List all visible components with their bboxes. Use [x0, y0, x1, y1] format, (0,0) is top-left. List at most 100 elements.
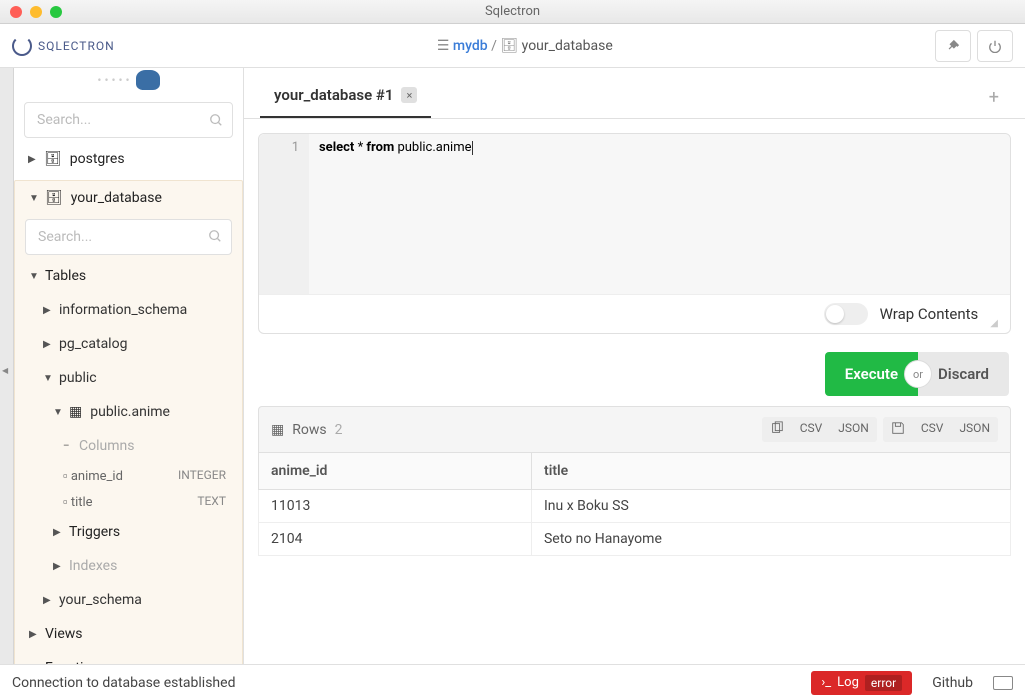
chevron-down-icon: ▼ [29, 271, 37, 282]
column-anime-id: ▫ anime_idINTEGER [15, 463, 242, 489]
copy-icon [770, 421, 784, 435]
copy-button[interactable] [762, 417, 792, 442]
columns-header[interactable]: –Columns [15, 429, 242, 463]
table-public-anime[interactable]: ▼▦public.anime [15, 395, 242, 429]
chevron-right-icon: ▶ [53, 561, 61, 572]
chevron-right-icon: ▶ [53, 527, 61, 538]
logo-icon [12, 36, 32, 56]
section-functions[interactable]: ▶Functions [15, 651, 242, 664]
column-header[interactable]: title [531, 453, 1010, 490]
database-icon: 🗄 [500, 38, 518, 54]
schema-search [25, 219, 232, 255]
query-tabs: your_database #1 × + [244, 68, 1025, 119]
breadcrumb-server[interactable]: mydb [453, 38, 488, 54]
section-tables[interactable]: ▼Tables [15, 259, 242, 293]
column-title: ▫ titleTEXT [15, 489, 242, 515]
triggers-header[interactable]: ▶Triggers [15, 515, 242, 549]
content-area: your_database #1 × + 1 select * from pub… [244, 68, 1025, 664]
connection-header: • • • • • [14, 70, 243, 98]
table-row[interactable]: 11013Inu x Boku SS [259, 490, 1011, 523]
database-icon: 🗄 [44, 151, 62, 167]
status-message: Connection to database established [12, 675, 235, 691]
breadcrumb-database[interactable]: your_database [522, 38, 613, 54]
maximize-window-icon[interactable] [50, 6, 62, 18]
database-item-your-database[interactable]: ▼🗄your_database [15, 181, 242, 215]
indexes-header[interactable]: ▶Indexes [15, 549, 242, 583]
query-actions: Execute or Discard [244, 342, 1025, 406]
database-item-postgres[interactable]: ▶🗄postgres [14, 142, 243, 176]
code-area[interactable]: select * from public.anime [309, 134, 1010, 294]
database-icon: 🗄 [45, 190, 63, 206]
column-header[interactable]: anime_id [259, 453, 532, 490]
save-button[interactable] [883, 417, 913, 442]
schema-pg-catalog[interactable]: ▶pg_catalog [15, 327, 242, 361]
query-editor-panel: 1 select * from public.anime Wrap Conten… [258, 133, 1011, 334]
results-table: anime_id title 11013Inu x Boku SS 2104Se… [258, 452, 1011, 556]
chevron-dash-icon: – [63, 441, 71, 452]
chevron-right-icon: ▶ [29, 629, 37, 640]
brand-text: SQLECTRON [38, 39, 115, 53]
postgres-icon [136, 70, 160, 90]
table-icon: ▦ [69, 404, 82, 420]
chevron-right-icon: ▶ [43, 339, 51, 350]
log-button[interactable]: ›_ Log error [811, 671, 912, 695]
search-icon [209, 112, 223, 131]
terminal-icon: ›_ [821, 675, 831, 690]
github-link[interactable]: Github [932, 675, 973, 691]
chevron-right-icon: ▶ [28, 154, 36, 165]
table-row[interactable]: 2104Seto no Hanayome [259, 523, 1011, 556]
rows-count: 2 [335, 422, 343, 438]
tab-active[interactable]: your_database #1 × [260, 76, 431, 118]
app-logo: SQLECTRON [12, 36, 115, 56]
breadcrumb-sep: / [491, 38, 497, 54]
search-input[interactable] [24, 102, 233, 138]
window-titlebar: Sqlectron [0, 0, 1025, 24]
tab-label: your_database #1 [274, 86, 393, 104]
window-title: Sqlectron [485, 4, 540, 19]
sidebar-collapse-handle[interactable] [0, 68, 14, 664]
minimize-window-icon[interactable] [30, 6, 42, 18]
traffic-lights [10, 6, 62, 18]
power-button[interactable] [977, 30, 1013, 62]
schema-information-schema[interactable]: ▶information_schema [15, 293, 242, 327]
save-json-button[interactable]: JSON [951, 417, 998, 442]
editor-footer: Wrap Contents ◢ [259, 294, 1010, 333]
search-icon [208, 229, 222, 247]
sql-editor[interactable]: 1 select * from public.anime [259, 134, 1010, 294]
schema-search-input[interactable] [25, 219, 232, 255]
or-divider: or [904, 360, 932, 388]
tab-close-icon[interactable]: × [401, 87, 417, 103]
keyboard-icon[interactable] [993, 676, 1013, 690]
sidebar: • • • • • ▶🗄postgres ▼🗄your_database ▼Ta… [14, 68, 244, 664]
chevron-down-icon: ▼ [53, 407, 61, 418]
copy-csv-button[interactable]: CSV [792, 417, 831, 442]
results-header: ▦ Rows 2 CSV JSON CSV JSON [258, 406, 1011, 452]
column-icon: ▫ [63, 495, 68, 510]
close-window-icon[interactable] [10, 6, 22, 18]
rows-label: Rows [292, 422, 326, 438]
wrap-label: Wrap Contents [880, 305, 979, 323]
wrap-toggle[interactable] [824, 303, 868, 325]
copy-json-button[interactable]: JSON [830, 417, 877, 442]
status-bar: Connection to database established ›_ Lo… [0, 664, 1025, 700]
breadcrumb: ☰ mydb / 🗄 your_database [115, 38, 935, 54]
chevron-right-icon: ▶ [43, 595, 51, 606]
tab-add-button[interactable]: + [979, 81, 1009, 114]
save-icon [891, 421, 905, 435]
top-toolbar: SQLECTRON ☰ mydb / 🗄 your_database [0, 24, 1025, 68]
section-views[interactable]: ▶Views [15, 617, 242, 651]
save-csv-button[interactable]: CSV [913, 417, 952, 442]
schema-public[interactable]: ▼public [15, 361, 242, 395]
chevron-down-icon: ▼ [43, 373, 51, 384]
power-icon [988, 39, 1002, 53]
chevron-right-icon: ▶ [43, 305, 51, 316]
chevron-down-icon: ▼ [29, 193, 37, 204]
plug-icon [946, 39, 960, 53]
column-icon: ▫ [63, 469, 68, 484]
schema-your-schema[interactable]: ▶your_schema [15, 583, 242, 617]
server-icon: ☰ [437, 38, 450, 54]
database-search [24, 102, 233, 138]
error-badge: error [865, 675, 902, 691]
resize-handle-icon[interactable]: ◢ [990, 318, 998, 329]
disconnect-button[interactable] [935, 30, 971, 62]
